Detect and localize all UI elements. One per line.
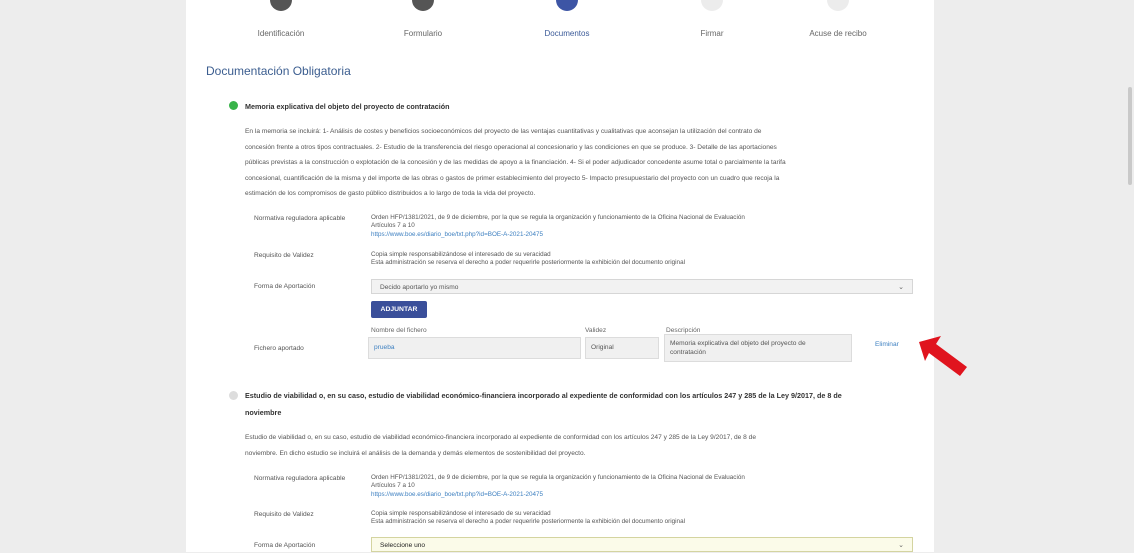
doc2-description-line: noviembre. En dicho estudio se incluirá …	[245, 449, 586, 457]
doc1-normativa-line: Artículos 7 a 10	[371, 222, 415, 230]
section-title: Documentación Obligatoria	[206, 64, 351, 78]
step-dot-firmar	[701, 0, 723, 11]
main-page: Identificación Formulario Documentos Fir…	[186, 0, 934, 552]
step-dot-formulario	[412, 0, 434, 11]
doc2-requisito-line: Copia simple responsabilizándose el inte…	[371, 510, 551, 517]
doc1-requisito-value: Copia simple responsabilizándose el inte…	[371, 251, 685, 268]
doc1-normativa-line: Orden HFP/1381/2021, de 9 de diciembre, …	[371, 214, 745, 221]
doc2-status-dot	[229, 391, 238, 400]
doc1-normativa-link[interactable]: https://www.boe.es/diario_boe/txt.php?id…	[371, 231, 745, 239]
doc1-requisito-line: Esta administración se reserva el derech…	[371, 259, 685, 267]
adjuntar-button[interactable]: ADJUNTAR	[371, 301, 427, 318]
file-descripcion-text: Memoria explicativa del objeto del proye…	[670, 340, 806, 356]
doc1-status-dot	[229, 101, 238, 110]
col-descripcion-header: Descripción	[666, 327, 701, 334]
doc2-forma-select-value: Seleccione uno	[380, 542, 426, 549]
doc2-normativa-line: Orden HFP/1381/2021, de 9 de diciembre, …	[371, 474, 745, 481]
eliminar-link[interactable]: Eliminar	[875, 341, 899, 348]
doc2-normativa-line: Artículos 7 a 10	[371, 482, 415, 490]
file-name-field: prueba	[368, 337, 581, 359]
step-label-firmar: Firmar	[700, 29, 724, 38]
doc1-fichero-label: Fichero aportado	[254, 345, 304, 352]
doc1-requisito-label: Requisito de Validez	[254, 252, 314, 259]
col-validez-header: Validez	[585, 327, 607, 334]
file-validez-field: Original	[585, 337, 659, 359]
step-label-acuse: Acuse de recibo	[809, 29, 867, 38]
doc1-normativa-label: Normativa reguladora aplicable	[254, 215, 346, 222]
step-dot-acuse	[827, 0, 849, 11]
doc1-description: En la memoria se incluirá: 1- Análisis d…	[245, 124, 909, 202]
doc1-forma-select[interactable]: Decido aportarlo yo mismo ⌄	[371, 279, 913, 294]
red-arrow-icon	[919, 336, 967, 376]
doc1-title: Memoria explicativa del objeto del proye…	[245, 102, 450, 111]
doc1-description-line: estimación de los compromisos de gasto p…	[245, 190, 536, 198]
doc2-normativa-link[interactable]: https://www.boe.es/diario_boe/txt.php?id…	[371, 491, 745, 499]
file-descripcion-field: Memoria explicativa del objeto del proye…	[664, 334, 852, 362]
doc2-description-line: Estudio de viabilidad o, en su caso, est…	[245, 434, 756, 441]
step-dot-documentos	[556, 0, 578, 11]
step-label-identificacion[interactable]: Identificación	[226, 29, 336, 38]
step-label-formulario[interactable]: Formulario	[368, 29, 478, 38]
doc1-description-line: concesional, cuantificación de la misma …	[245, 174, 780, 182]
chevron-down-icon: ⌄	[898, 284, 904, 291]
doc1-normativa-value: Orden HFP/1381/2021, de 9 de diciembre, …	[371, 214, 745, 239]
doc2-title-line: Estudio de viabilidad o, en su caso, est…	[245, 391, 842, 400]
doc2-description: Estudio de viabilidad o, en su caso, est…	[245, 430, 909, 461]
doc1-requisito-line: Copia simple responsabilizándose el inte…	[371, 251, 551, 258]
chevron-down-icon: ⌄	[898, 542, 904, 549]
doc2-requisito-label: Requisito de Validez	[254, 511, 314, 518]
doc2-title: Estudio de viabilidad o, en su caso, est…	[245, 387, 925, 421]
doc1-forma-select-value: Decido aportarlo yo mismo	[380, 284, 459, 291]
doc2-forma-select[interactable]: Seleccione uno ⌄	[371, 537, 913, 552]
step-dot-identificacion	[270, 0, 292, 11]
doc2-normativa-value: Orden HFP/1381/2021, de 9 de diciembre, …	[371, 474, 745, 499]
doc1-description-line: públicas previstas a la construcción o e…	[245, 159, 786, 167]
file-name-link[interactable]: prueba	[374, 344, 395, 351]
step-label-documentos[interactable]: Documentos	[512, 29, 622, 38]
doc2-requisito-line: Esta administración se reserva el derech…	[371, 518, 685, 526]
doc2-requisito-value: Copia simple responsabilizándose el inte…	[371, 510, 685, 527]
doc1-forma-label: Forma de Aportación	[254, 283, 316, 290]
doc2-title-line: noviembre	[245, 408, 282, 417]
doc2-normativa-label: Normativa reguladora aplicable	[254, 475, 346, 482]
scrollbar-thumb[interactable]	[1128, 87, 1132, 185]
doc2-forma-label: Forma de Aportación	[254, 542, 316, 549]
col-nombre-header: Nombre del fichero	[371, 327, 427, 334]
doc1-description-line: En la memoria se incluirá: 1- Análisis d…	[245, 128, 762, 135]
doc1-description-line: concesión frente a otros tipos contractu…	[245, 143, 777, 151]
